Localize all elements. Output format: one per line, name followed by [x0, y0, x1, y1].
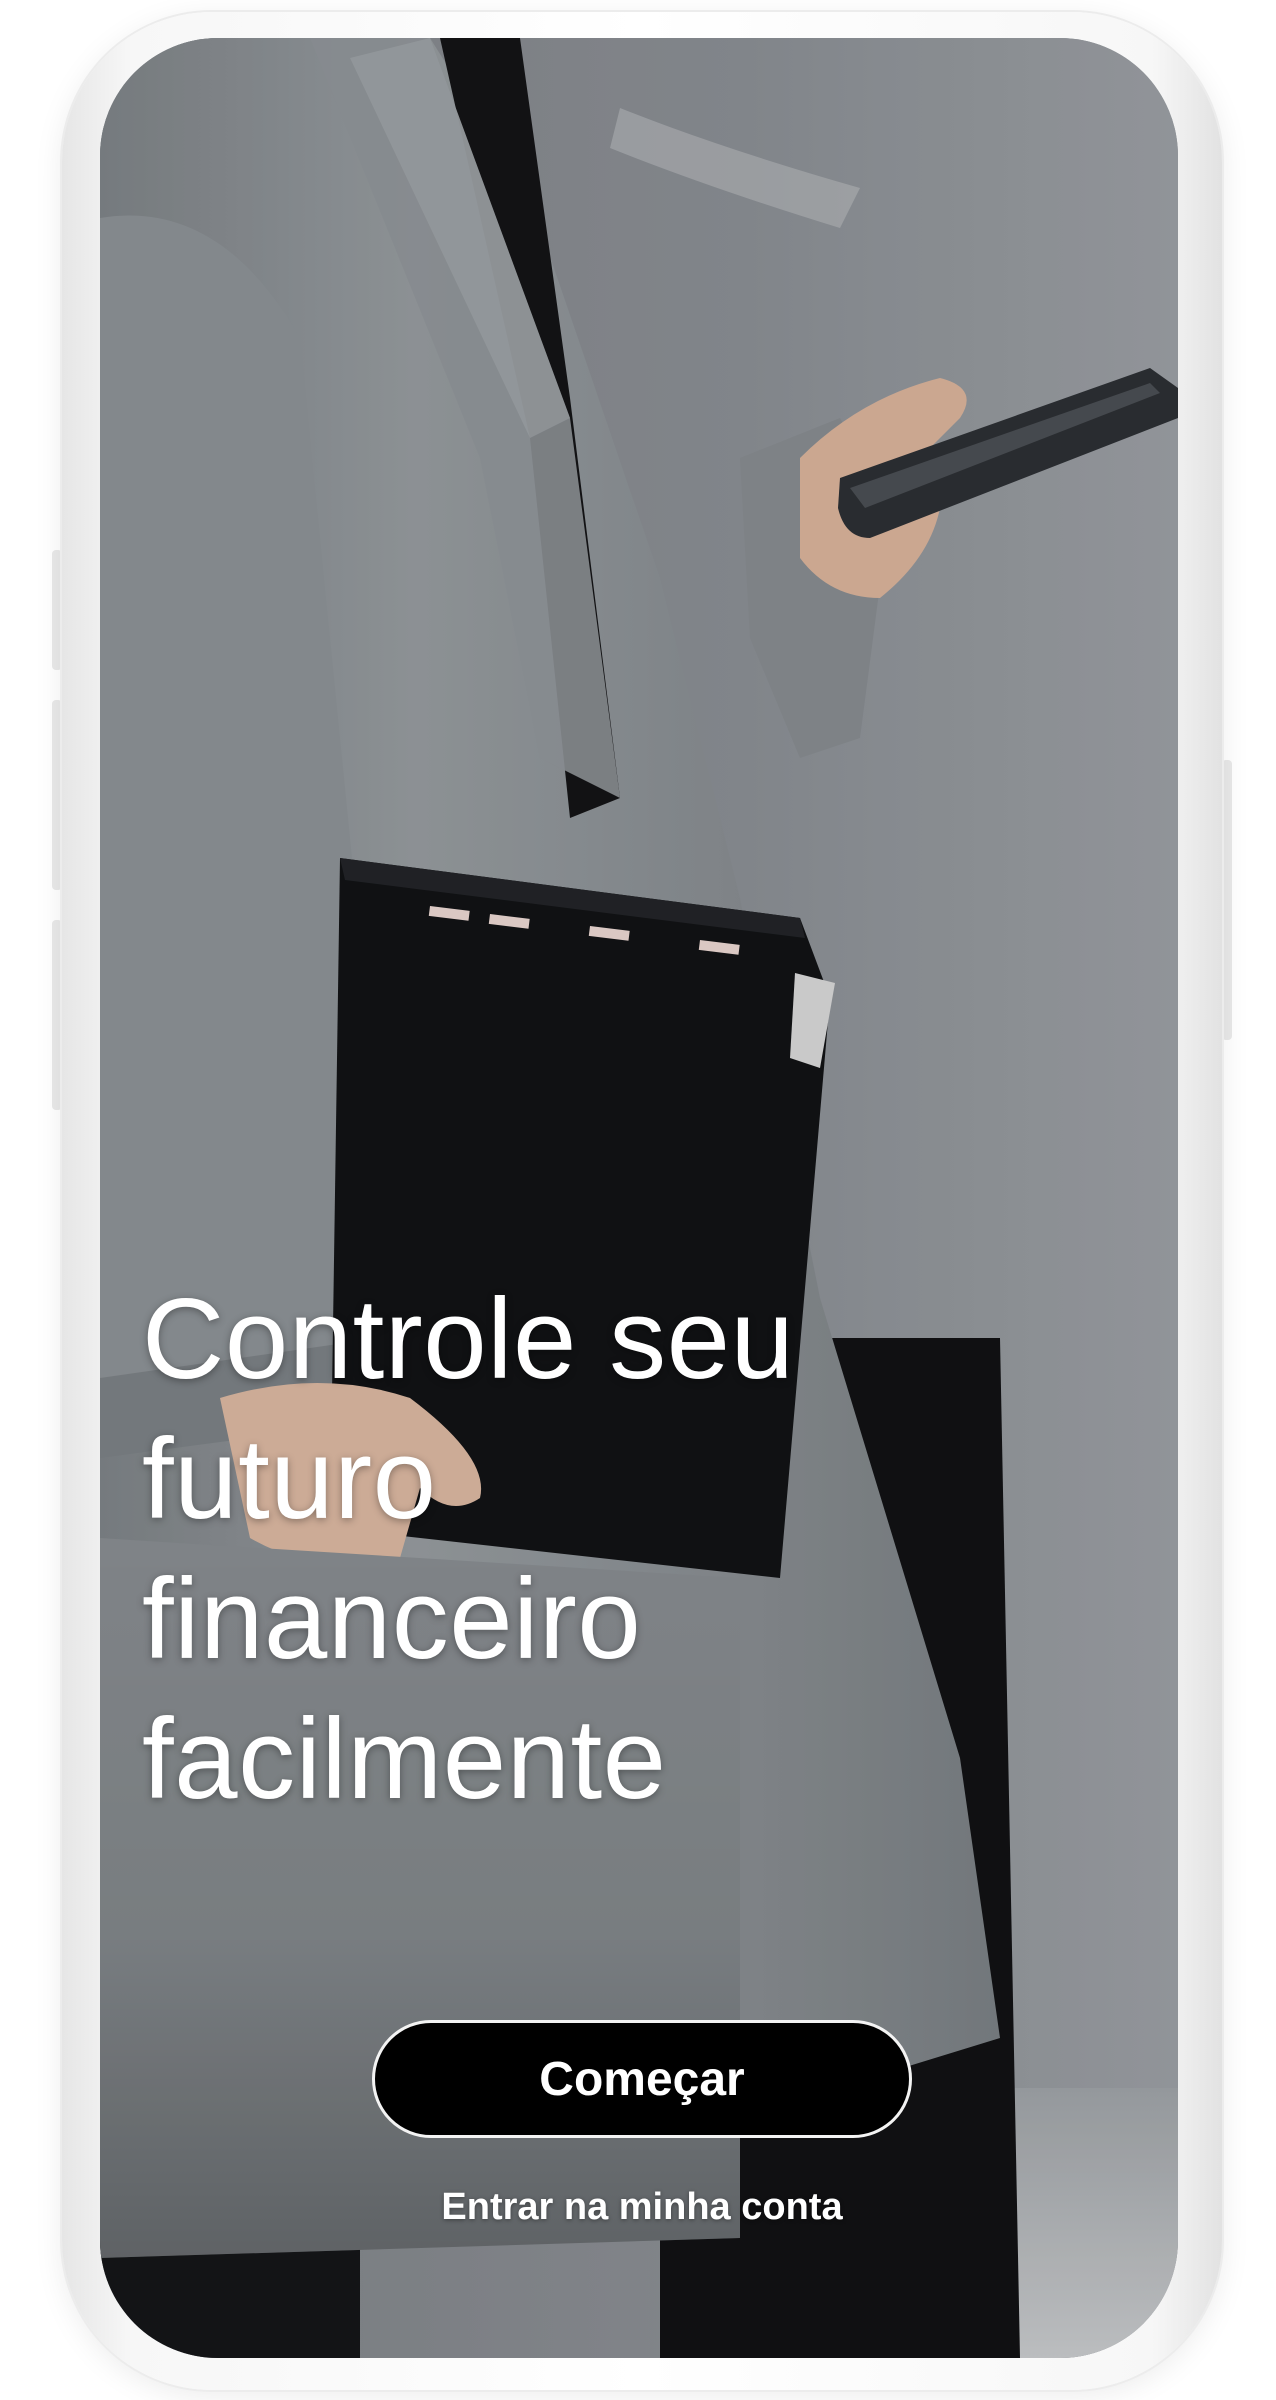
phone-power-button [1222, 760, 1232, 1040]
headline-line-4: facilmente [142, 1696, 667, 1823]
hero-photo [100, 38, 1178, 2358]
phone-volume-up-button [52, 700, 62, 890]
login-link[interactable]: Entrar na minha conta [372, 2186, 912, 2229]
start-button[interactable]: Começar [372, 2020, 912, 2138]
page: Controle seu futuro financeiro facilment… [0, 0, 1276, 2400]
headline: Controle seu futuro financeiro facilment… [142, 1270, 1042, 1830]
headline-line-2: futuro [142, 1416, 437, 1543]
headline-line-1: Controle seu [142, 1276, 795, 1403]
headline-line-3: financeiro [142, 1556, 642, 1683]
phone-volume-down-button [52, 920, 62, 1110]
onboarding-screen: Controle seu futuro financeiro facilment… [100, 38, 1178, 2358]
phone-side-button [52, 550, 62, 670]
